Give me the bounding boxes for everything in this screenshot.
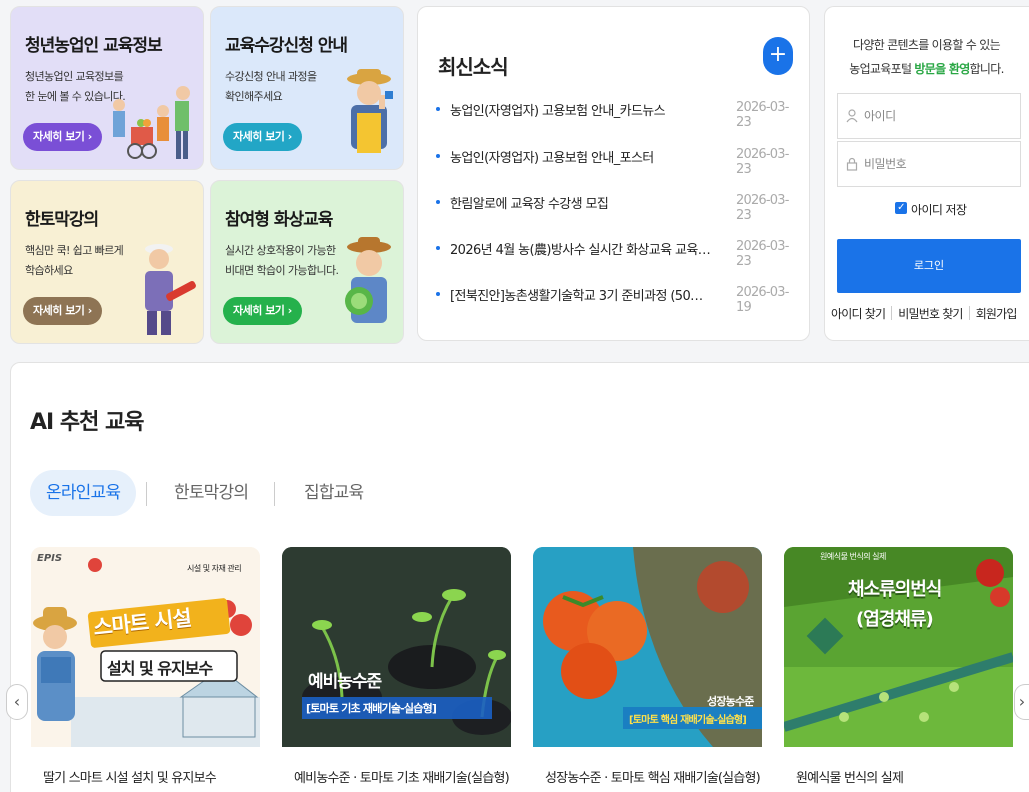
thumb-subhead: 설치 및 유지보수	[107, 659, 213, 678]
promo-more-button[interactable]: 자세히 보기 ›	[223, 297, 302, 325]
course-caption[interactable]: 성장농수준 · 토마토 핵심 재배기술(실습형)	[545, 767, 761, 786]
news-item[interactable]: 농업인(자영업자) 고용보험 안내_카드뉴스 2026-03-23	[436, 97, 796, 130]
tab-divider	[274, 482, 275, 506]
user-icon	[846, 109, 858, 123]
promo-tile-title: 한토막강의	[25, 210, 99, 230]
id-input[interactable]	[864, 104, 1014, 128]
farmer-with-chainsaw-illustration	[145, 244, 196, 335]
news-item-title[interactable]: 한림알로에 교육장 수강생 모집	[450, 193, 712, 212]
bullet-icon	[436, 154, 440, 158]
news-item[interactable]: 2026년 4월 농(農)방사수 실시간 화상교육 교육생 모집 2026-03…	[436, 236, 796, 269]
promo-tile-course-registration[interactable]: 교육수강신청 안내 수강신청 안내 과정을 확인해주세요 자세히 보기 ›	[210, 6, 404, 170]
course-thumbnail[interactable]: 성장농수준 [토마토 핵심 재배기술-실습형]	[533, 547, 762, 747]
tab-divider	[146, 482, 147, 506]
promo-tile-youth-farmer[interactable]: 청년농업인 교육정보 청년농업인 교육정보를 한 눈에 볼 수 있습니다. 자세…	[10, 6, 204, 170]
promo-tile-short-lecture[interactable]: 한토막강의 핵심만 쿡! 쉽고 빠르게 학습하세요 자세히 보기 ›	[10, 180, 204, 344]
thumb-headline: 예비농수준	[308, 672, 382, 692]
course-thumbnail[interactable]: EPIS 시설 및 자재 관리 스마트 시설 설치 및 유지보수	[31, 547, 260, 747]
ai-section-title: AI 추천 교육	[30, 410, 144, 435]
carousel-next-button[interactable]: ›	[1014, 684, 1029, 720]
promo-tile-title: 참여형 화상교육	[225, 210, 333, 230]
divider	[891, 306, 893, 320]
tab-short-lecture[interactable]: 한토막강의	[174, 470, 249, 516]
find-password-link[interactable]: 비밀번호 찾기	[898, 307, 963, 321]
news-item-date: 2026-03-23	[736, 239, 789, 269]
signup-link[interactable]: 회원가입	[976, 307, 1018, 321]
news-item-date: 2026-03-23	[736, 147, 789, 177]
save-id-label: 아이디 저장	[911, 203, 967, 217]
login-panel: 다양한 콘텐츠를 이용할 수 있는 농업교육포털 방문을 환영합니다. ✓ 아이…	[824, 6, 1029, 341]
course-thumbnail[interactable]: 원예식물 번식의 실제 채소류의번식 (엽경채류)	[784, 547, 1013, 747]
login-intro-line1: 다양한 콘텐츠를 이용할 수 있는	[853, 38, 1001, 52]
bullet-icon	[436, 107, 440, 111]
course-caption[interactable]: 원예식물 번식의 실제	[796, 767, 904, 786]
news-title: 최신소식	[438, 55, 509, 79]
news-item[interactable]: 한림알로에 교육장 수강생 모집 2026-03-23	[436, 190, 796, 223]
promo-tile-title: 교육수강신청 안내	[225, 36, 348, 56]
thumb-subhead: [토마토 기초 재배기술-실습형]	[306, 702, 437, 715]
tab-group-education[interactable]: 집합교육	[304, 470, 364, 516]
bullet-icon	[436, 200, 440, 204]
promo-tile-title: 청년농업인 교육정보	[25, 36, 163, 56]
login-intro-line2: 농업교육포털 방문을 환영합니다.	[849, 62, 1004, 76]
news-item-title[interactable]: [전북진안]농촌생활기술학교 3기 준비과정 (50시간/3개월)	[450, 285, 712, 304]
seedlings-thumbnail-art	[282, 547, 511, 747]
news-item[interactable]: [전북진안]농촌생활기술학교 3기 준비과정 (50시간/3개월) 2026-0…	[436, 282, 796, 315]
carousel-prev-button[interactable]: ‹	[6, 684, 28, 720]
promo-more-button[interactable]: 자세히 보기 ›	[223, 123, 302, 151]
news-item-date: 2026-03-19	[736, 285, 789, 315]
course-caption[interactable]: 딸기 스마트 시설 설치 및 유지보수	[43, 767, 217, 786]
checkbox-checked-icon[interactable]: ✓	[895, 202, 907, 214]
login-button[interactable]: 로그인	[837, 239, 1021, 293]
thumb-headline: 채소류의번식	[848, 579, 942, 600]
thumb-tag: 시설 및 자재 관리	[187, 564, 242, 573]
news-panel: 최신소식 + 농업인(자영업자) 고용보험 안내_카드뉴스 2026-03-23…	[417, 6, 810, 341]
news-item-title[interactable]: 2026년 4월 농(農)방사수 실시간 화상교육 교육생 모집	[450, 239, 712, 258]
bullet-icon	[436, 246, 440, 250]
login-links: 아이디 찾기 비밀번호 찾기 회원가입	[831, 305, 1029, 322]
news-item-title[interactable]: 농업인(자영업자) 고용보험 안내_카드뉴스	[450, 100, 712, 119]
promo-tile-desc: 핵심만 쿡! 쉽고 빠르게 학습하세요	[25, 244, 124, 277]
news-item-title[interactable]: 농업인(자영업자) 고용보험 안내_포스터	[450, 147, 712, 166]
news-item-date: 2026-03-23	[736, 193, 789, 223]
tab-online-education[interactable]: 온라인교육	[30, 470, 137, 516]
promo-tile-video-education[interactable]: 참여형 화상교육 실시간 상호작용이 가능한 비대면 학습이 가능합니다. 자세…	[210, 180, 404, 344]
find-id-link[interactable]: 아이디 찾기	[831, 307, 886, 321]
promo-tile-desc: 실시간 상호작용이 가능한 비대면 학습이 가능합니다.	[225, 244, 339, 277]
bullet-icon	[436, 292, 440, 296]
thumb-subhead: [토마토 핵심 재배기술-실습형]	[629, 715, 747, 726]
promo-more-button[interactable]: 자세히 보기 ›	[23, 297, 102, 325]
password-input[interactable]	[864, 152, 1014, 176]
login-intro: 다양한 콘텐츠를 이용할 수 있는 농업교육포털 방문을 환영합니다.	[825, 33, 1028, 81]
thumb-logo: EPIS	[37, 553, 63, 564]
farmer-with-hat-illustration	[347, 69, 393, 153]
thumb-headline: 성장농수준	[707, 695, 754, 708]
thumb-tag: 원예식물 번식의 실제	[820, 552, 886, 561]
news-more-button[interactable]: +	[763, 37, 793, 75]
farmers-family-illustration	[113, 86, 190, 159]
thumb-subhead: (엽경채류)	[856, 609, 934, 630]
news-item[interactable]: 농업인(자영업자) 고용보험 안내_포스터 2026-03-23	[436, 144, 796, 177]
promo-more-button[interactable]: 자세히 보기 ›	[23, 123, 102, 151]
id-field[interactable]	[837, 93, 1021, 139]
course-thumbnail[interactable]: 예비농수준 [토마토 기초 재배기술-실습형]	[282, 547, 511, 747]
lock-icon	[846, 157, 858, 171]
promo-tile-desc: 수강신청 안내 과정을 확인해주세요	[225, 70, 317, 103]
password-field[interactable]	[837, 141, 1021, 187]
news-item-date: 2026-03-23	[736, 100, 789, 130]
smart-facility-thumbnail-art	[31, 547, 260, 747]
course-caption[interactable]: 예비농수준 · 토마토 기초 재배기술(실습형)	[294, 767, 510, 786]
farmer-with-cabbage-illustration	[345, 237, 391, 323]
divider	[968, 306, 970, 320]
